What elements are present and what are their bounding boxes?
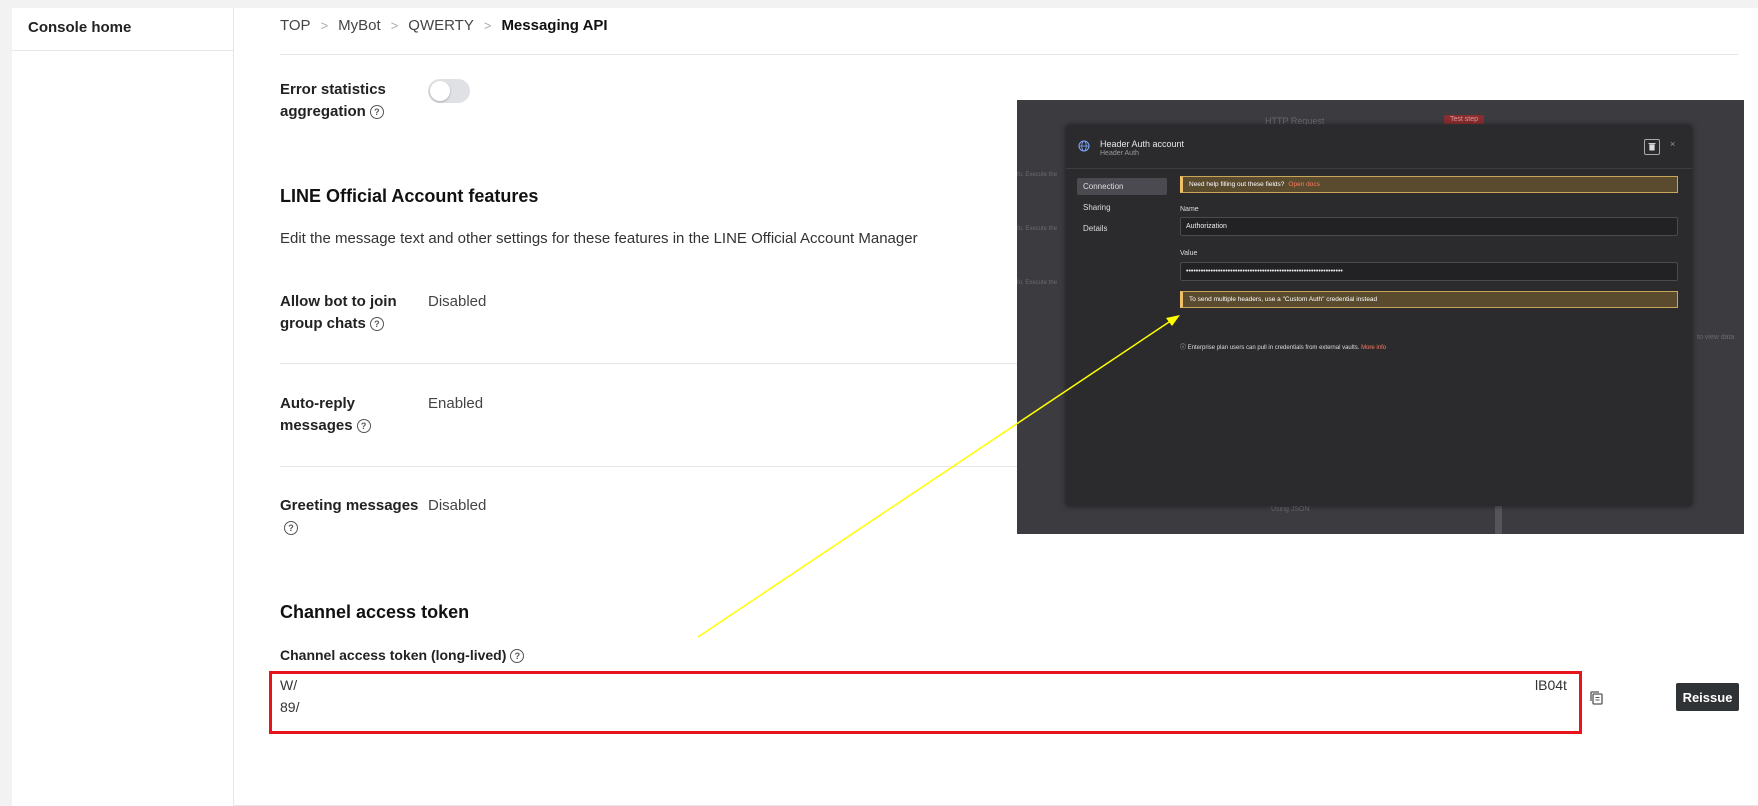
- annotation-arrow-head: [1166, 315, 1180, 326]
- annotation-arrow: [697, 315, 1180, 638]
- annotation-arrow-line: [697, 319, 1173, 638]
